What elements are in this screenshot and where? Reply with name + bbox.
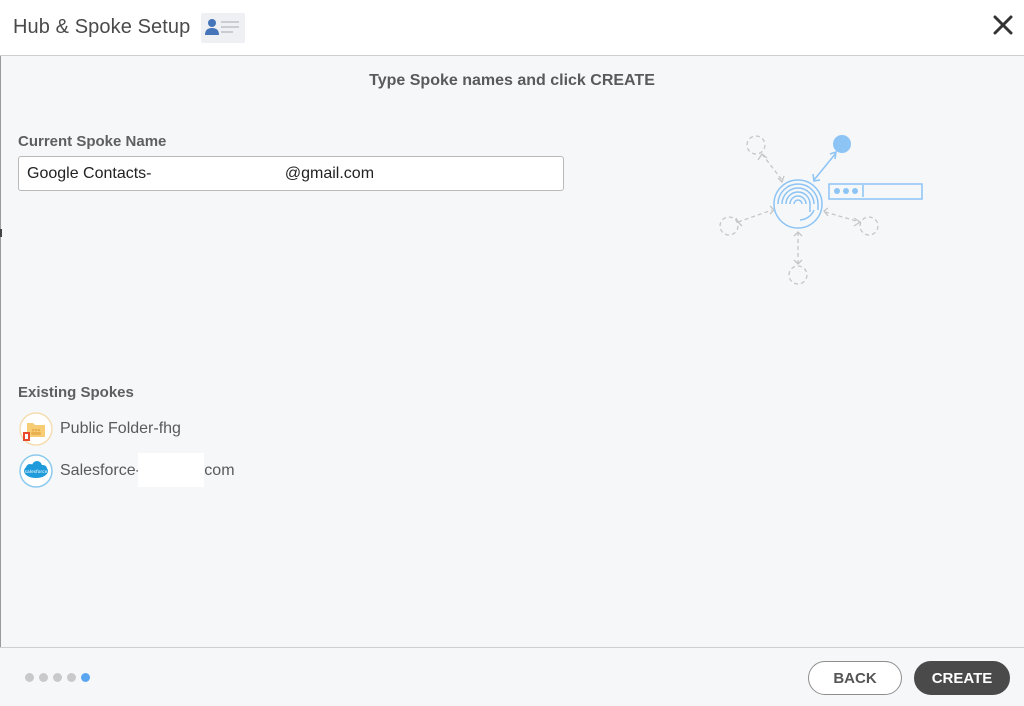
window-left-edge — [0, 0, 1, 706]
step-dot — [25, 673, 34, 682]
back-button[interactable]: BACK — [808, 661, 902, 695]
existing-spoke-item: Public Folder-fhg — [19, 412, 181, 446]
step-dot — [67, 673, 76, 682]
redaction-box — [138, 453, 204, 487]
public-folder-office-icon — [19, 412, 53, 446]
current-spoke-name-input[interactable] — [18, 156, 564, 191]
dialog-footer: BACK CREATE — [0, 647, 1024, 706]
step-dot-active — [81, 673, 90, 682]
step-dot — [39, 673, 48, 682]
create-button[interactable]: CREATE — [914, 661, 1010, 695]
dialog-header: Hub & Spoke Setup — [0, 0, 1024, 56]
redaction-box — [168, 160, 280, 187]
step-dot — [53, 673, 62, 682]
current-spoke-name-label: Current Spoke Name — [18, 133, 167, 150]
hub-and-spoke-illustration — [700, 120, 940, 300]
contact-card-icon — [201, 13, 245, 43]
window-resize-mark — [0, 229, 2, 237]
existing-spokes-label: Existing Spokes — [18, 384, 134, 401]
instruction-text: Type Spoke names and click CREATE — [369, 72, 655, 89]
salesforce-icon: salesforce — [19, 454, 53, 488]
svg-text:salesforce: salesforce — [25, 469, 48, 475]
close-icon[interactable] — [992, 14, 1014, 36]
dialog-title: Hub & Spoke Setup — [13, 16, 191, 38]
existing-spoke-name: Public Folder-fhg — [60, 420, 181, 437]
step-indicator — [25, 673, 90, 682]
